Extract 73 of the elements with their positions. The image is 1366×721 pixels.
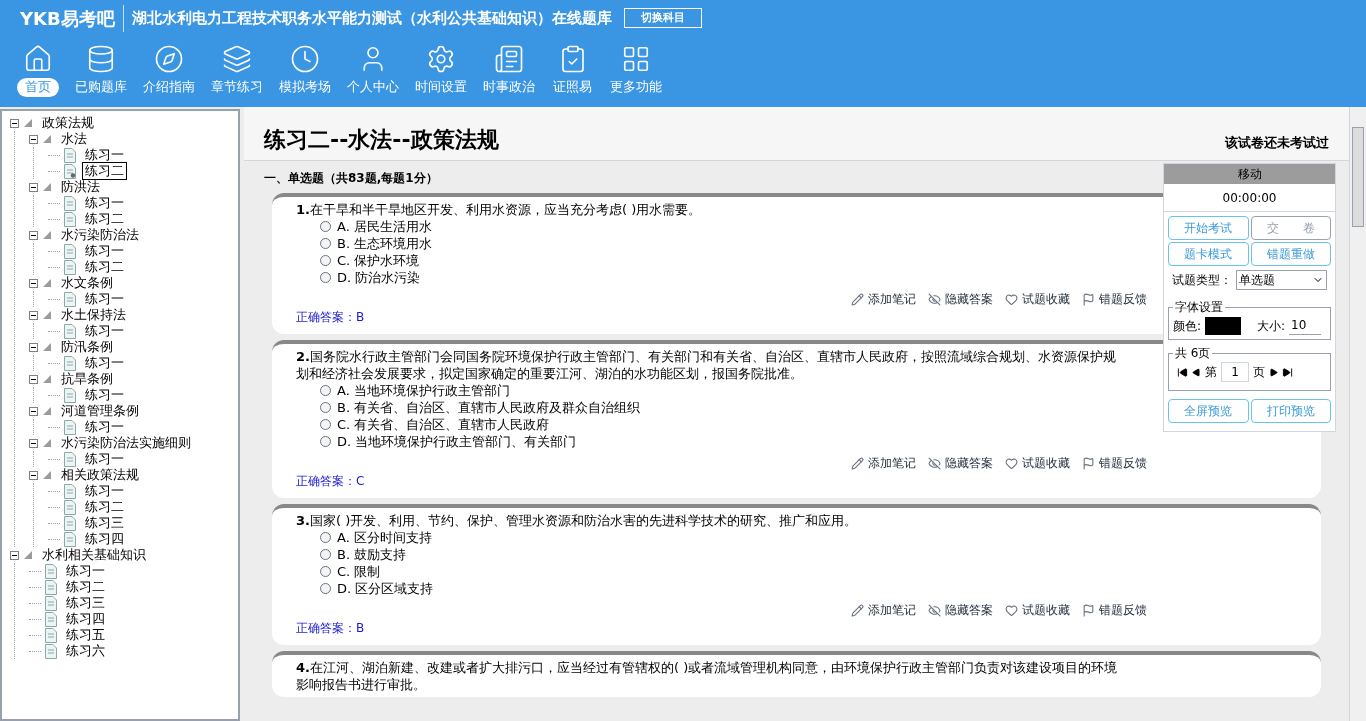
answer-value: C [356, 473, 365, 490]
action-link[interactable]: 错题反馈 [1082, 454, 1147, 472]
timer: 00:00:00 [1164, 184, 1335, 212]
question-text: 3.国家( )开发、利用、节约、保护、管理水资源和防治水害的先进科学技术的研究、推广和应用。 [296, 512, 858, 529]
tree-item[interactable]: 水利相关基础知识 [39, 546, 149, 564]
app-title: 湖北水利电力工程技术职务水平能力测试（水利公共基础知识）在线题库 [131, 7, 612, 29]
answer-label: 正确答案： [296, 309, 356, 326]
question-text: 2.国务院水行政主管部门会同国务院环境保护行政主管部门、有关部门和有关省、自治区、直辖市人民政府，按照流域综合规划、水资源保护规划和经济社会发展要求，拟定国家确定的重要江河、湖泊的水功能区划，报国务院批准。 [296, 348, 1117, 382]
tree-item[interactable]: 相关政策法规 [58, 466, 142, 484]
type-select[interactable]: 单选题 [1236, 270, 1327, 290]
action-link[interactable]: 添加笔记 [851, 601, 916, 619]
tree-item[interactable]: 练习五 [63, 626, 108, 644]
font-settings-legend: 字体设置 [1173, 298, 1225, 316]
action-link[interactable]: 隐藏答案 [928, 601, 993, 619]
question-text: 4.在江河、湖泊新建、改建或者扩大排污口，应当经过有管辖权的( )或者流域管理机构同意，由环境保护行政主管部门负责对该建设项目的环境影响报告书进行审批。 [296, 659, 1119, 693]
question-text: 1.在干旱和半干旱地区开发、利用水资源，应当充分考虑( )用水需要。 [296, 201, 702, 218]
action-link[interactable]: 错题反馈 [1082, 601, 1147, 619]
panel-title[interactable]: 移动 [1164, 164, 1335, 184]
tree-item[interactable]: 练习三 [82, 514, 127, 532]
tree-item[interactable]: 水文条例 [58, 274, 116, 292]
tree-item[interactable]: 水污染防治法实施细则 [58, 434, 194, 452]
tree-item[interactable]: 防洪法 [58, 178, 103, 196]
answer-value: B [356, 620, 365, 637]
exam-status: 该试卷还未考试过 [1225, 133, 1329, 152]
paper-title: 练习二--水法--政策法规 [264, 126, 499, 154]
tree-item[interactable]: 水污染防治法 [58, 226, 142, 244]
tree-item[interactable]: 练习一 [63, 562, 108, 580]
action-link[interactable]: 隐藏答案 [928, 454, 993, 472]
tree-item[interactable]: 练习一 [82, 450, 127, 468]
color-label: 颜色: [1173, 317, 1202, 335]
answer-label: 正确答案： [296, 473, 356, 490]
action-link[interactable]: 试题收藏 [1005, 601, 1070, 619]
tree-item[interactable]: 练习二 [82, 162, 127, 180]
tree-item[interactable]: 练习四 [82, 530, 127, 548]
page-prefix: 第 [1205, 364, 1217, 381]
answer-value: B [356, 309, 365, 326]
action-link[interactable]: 添加笔记 [851, 454, 916, 472]
tree-item[interactable]: 抗旱条例 [58, 370, 116, 388]
tree-item[interactable]: 水土保持法 [58, 306, 129, 324]
action-link[interactable]: 试题收藏 [1005, 290, 1070, 308]
tree-item[interactable]: 政策法规 [39, 114, 97, 132]
tree-item[interactable]: 练习二 [82, 258, 127, 276]
tree-item[interactable]: 练习三 [63, 594, 108, 612]
page-field[interactable]: 1 [1221, 362, 1249, 382]
tree-item[interactable]: 防汛条例 [58, 338, 116, 356]
tree-item[interactable]: 练习一 [82, 386, 127, 404]
action-link[interactable]: 试题收藏 [1005, 454, 1070, 472]
tree-item[interactable]: 练习一 [82, 322, 127, 340]
answer-label: 正确答案： [296, 620, 356, 637]
tree-item[interactable]: 练习二 [63, 578, 108, 596]
tree-item[interactable]: 练习一 [82, 482, 127, 500]
tree-item[interactable]: 练习二 [82, 210, 127, 228]
section-heading: 一、单选题（共83题,每题1分） [264, 170, 438, 187]
type-label: 试题类型： [1172, 272, 1232, 289]
tree-item[interactable]: 练习一 [82, 354, 127, 372]
tree-item[interactable]: 练习一 [82, 194, 127, 212]
action-link[interactable]: 隐藏答案 [928, 290, 993, 308]
size-field[interactable]: 10 [1289, 316, 1322, 335]
action-link[interactable]: 错题反馈 [1082, 290, 1147, 308]
tree-item[interactable]: 练习二 [82, 498, 127, 516]
size-label: 大小: [1257, 317, 1286, 335]
tree-item[interactable]: 练习四 [63, 610, 108, 628]
tree-item[interactable]: 练习一 [82, 290, 127, 308]
page-count: 共 6页 [1174, 345, 1212, 362]
tree-item[interactable]: 练习一 [82, 146, 127, 164]
tree-item[interactable]: 水法 [58, 130, 90, 148]
logo: YKB易考吧 [20, 4, 124, 32]
tree-item[interactable]: 河道管理条例 [58, 402, 142, 420]
tree-item[interactable]: 练习一 [82, 242, 127, 260]
page-suffix: 页 [1253, 364, 1265, 381]
tree-item[interactable]: 练习六 [63, 642, 108, 660]
action-link[interactable]: 添加笔记 [851, 290, 916, 308]
tree-item[interactable]: 练习一 [82, 418, 127, 436]
